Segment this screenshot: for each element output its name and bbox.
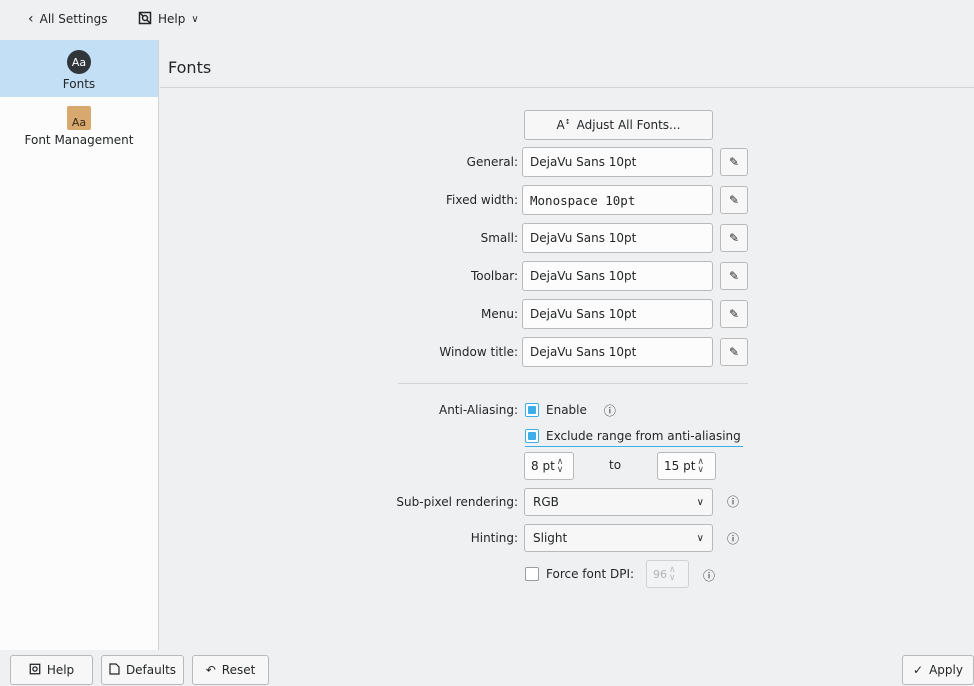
window-title-label: Window title: bbox=[439, 345, 518, 359]
adjust-all-fonts-button[interactable]: A↕ Adjust All Fonts... bbox=[524, 110, 713, 140]
exclude-range-checkbox[interactable] bbox=[525, 428, 539, 443]
range-from-value: 8 pt bbox=[531, 459, 555, 473]
anti-aliasing-enable-label[interactable]: Enable bbox=[546, 403, 587, 417]
help-button-label: Help bbox=[46, 663, 75, 677]
back-label: All Settings bbox=[39, 12, 108, 26]
apply-button-label: Apply bbox=[929, 663, 963, 677]
chevron-down-icon: ∨ bbox=[696, 532, 704, 544]
spin-arrows-icon: ∧ ∨ bbox=[669, 565, 676, 583]
fonts-icon: Aa bbox=[67, 50, 91, 74]
anti-aliasing-label: Anti-Aliasing: bbox=[438, 403, 518, 417]
anti-aliasing-enable-checkbox[interactable] bbox=[525, 403, 539, 417]
chevron-left-icon: ‹ bbox=[28, 11, 34, 27]
choose-toolbar-font-button[interactable]: ✎ bbox=[720, 262, 748, 290]
fixed-width-label: Fixed width: bbox=[445, 193, 518, 207]
choose-small-font-button[interactable]: ✎ bbox=[720, 224, 748, 252]
range-to-spinbox[interactable]: 15 pt ∧ ∨ bbox=[657, 452, 716, 480]
info-icon[interactable]: ⓘ bbox=[604, 402, 616, 419]
undo-icon: ↶ bbox=[205, 663, 216, 677]
subpixel-value: RGB bbox=[533, 495, 559, 509]
help-lifebuoy-icon bbox=[29, 663, 41, 678]
help-menu-button[interactable]: Help ∨ bbox=[132, 6, 205, 32]
adjust-all-fonts-label: Adjust All Fonts... bbox=[576, 118, 681, 132]
small-font-field: DejaVu Sans 10pt bbox=[522, 223, 713, 253]
spin-arrows-icon[interactable]: ∧ ∨ bbox=[557, 458, 564, 475]
force-dpi-value: 96 bbox=[653, 567, 667, 581]
edit-pencil-icon: ✎ bbox=[728, 269, 740, 283]
window-title-font-field: DejaVu Sans 10pt bbox=[522, 337, 713, 367]
edit-pencil-icon: ✎ bbox=[728, 231, 740, 245]
hinting-combobox[interactable]: Slight ∨ bbox=[524, 524, 713, 552]
info-icon[interactable]: ⓘ bbox=[703, 567, 715, 584]
menu-font-field: DejaVu Sans 10pt bbox=[522, 299, 713, 329]
reset-button-label: Reset bbox=[221, 663, 256, 677]
font-package-icon: Aa bbox=[67, 106, 91, 130]
small-label: Small: bbox=[480, 231, 518, 245]
sidebar: Aa Fonts Aa Font Management bbox=[0, 40, 159, 650]
choose-general-font-button[interactable]: ✎ bbox=[720, 148, 748, 176]
info-icon[interactable]: ⓘ bbox=[727, 530, 739, 547]
spin-arrows-icon[interactable]: ∧ ∨ bbox=[697, 458, 704, 475]
edit-pencil-icon: ✎ bbox=[728, 345, 740, 359]
help-button[interactable]: Help bbox=[10, 655, 93, 685]
defaults-button[interactable]: Defaults bbox=[101, 655, 184, 685]
subpixel-combobox[interactable]: RGB ∨ bbox=[524, 488, 713, 516]
chevron-down-icon: ∨ bbox=[696, 496, 704, 508]
force-dpi-row: Force font DPI: bbox=[525, 563, 634, 585]
edit-pencil-icon: ✎ bbox=[728, 193, 740, 207]
force-dpi-checkbox[interactable] bbox=[525, 567, 539, 581]
general-label: General: bbox=[466, 155, 518, 169]
choose-window-title-font-button[interactable]: ✎ bbox=[720, 338, 748, 366]
exclude-range-row: Exclude range from anti-aliasing bbox=[525, 425, 743, 447]
general-font-field: DejaVu Sans 10pt bbox=[522, 147, 713, 177]
sidebar-item-label: Font Management bbox=[24, 133, 134, 147]
sidebar-item-font-management[interactable]: Aa Font Management bbox=[0, 102, 158, 154]
edit-pencil-icon: ✎ bbox=[728, 307, 740, 321]
info-icon[interactable]: ⓘ bbox=[727, 493, 739, 510]
help-lifebuoy-icon bbox=[138, 11, 152, 28]
hinting-label: Hinting: bbox=[470, 531, 518, 545]
edit-pencil-icon: ✎ bbox=[728, 155, 740, 169]
subpixel-label: Sub-pixel rendering: bbox=[396, 495, 518, 509]
header-divider bbox=[160, 87, 974, 88]
help-label: Help bbox=[158, 12, 186, 26]
menu-label: Menu: bbox=[481, 307, 518, 321]
anti-aliasing-enable-row: Enable ⓘ bbox=[525, 399, 616, 421]
sidebar-item-label: Fonts bbox=[62, 77, 96, 91]
back-button[interactable]: ‹ All Settings bbox=[22, 6, 114, 32]
section-separator bbox=[398, 383, 748, 384]
force-dpi-label[interactable]: Force font DPI: bbox=[546, 567, 634, 581]
document-defaults-icon bbox=[109, 662, 120, 678]
apply-button[interactable]: ✓ Apply bbox=[902, 655, 974, 685]
sidebar-item-fonts[interactable]: Aa Fonts bbox=[0, 40, 158, 97]
reset-button[interactable]: ↶ Reset bbox=[192, 655, 269, 685]
choose-menu-font-button[interactable]: ✎ bbox=[720, 300, 748, 328]
toolbar-label: Toolbar: bbox=[470, 269, 518, 283]
defaults-button-label: Defaults bbox=[125, 663, 177, 677]
fixed-width-font-field: Monospace 10pt bbox=[522, 185, 713, 215]
top-toolbar: ‹ All Settings Help ∨ bbox=[0, 0, 974, 40]
checkmark-icon: ✓ bbox=[913, 663, 924, 677]
range-from-spinbox[interactable]: 8 pt ∧ ∨ bbox=[524, 452, 574, 480]
range-to-value: 15 pt bbox=[664, 459, 696, 473]
toolbar-font-field: DejaVu Sans 10pt bbox=[522, 261, 713, 291]
page-title: Fonts bbox=[168, 58, 212, 77]
hinting-value: Slight bbox=[533, 531, 568, 545]
chevron-down-icon: ∨ bbox=[191, 13, 199, 25]
font-adjust-icon: A↕ bbox=[556, 118, 571, 132]
exclude-range-label[interactable]: Exclude range from anti-aliasing bbox=[546, 429, 741, 443]
force-dpi-spinbox[interactable]: 96 ∧ ∨ bbox=[646, 560, 689, 588]
range-to-label: to bbox=[609, 458, 622, 472]
choose-fixed-width-font-button[interactable]: ✎ bbox=[720, 186, 748, 214]
